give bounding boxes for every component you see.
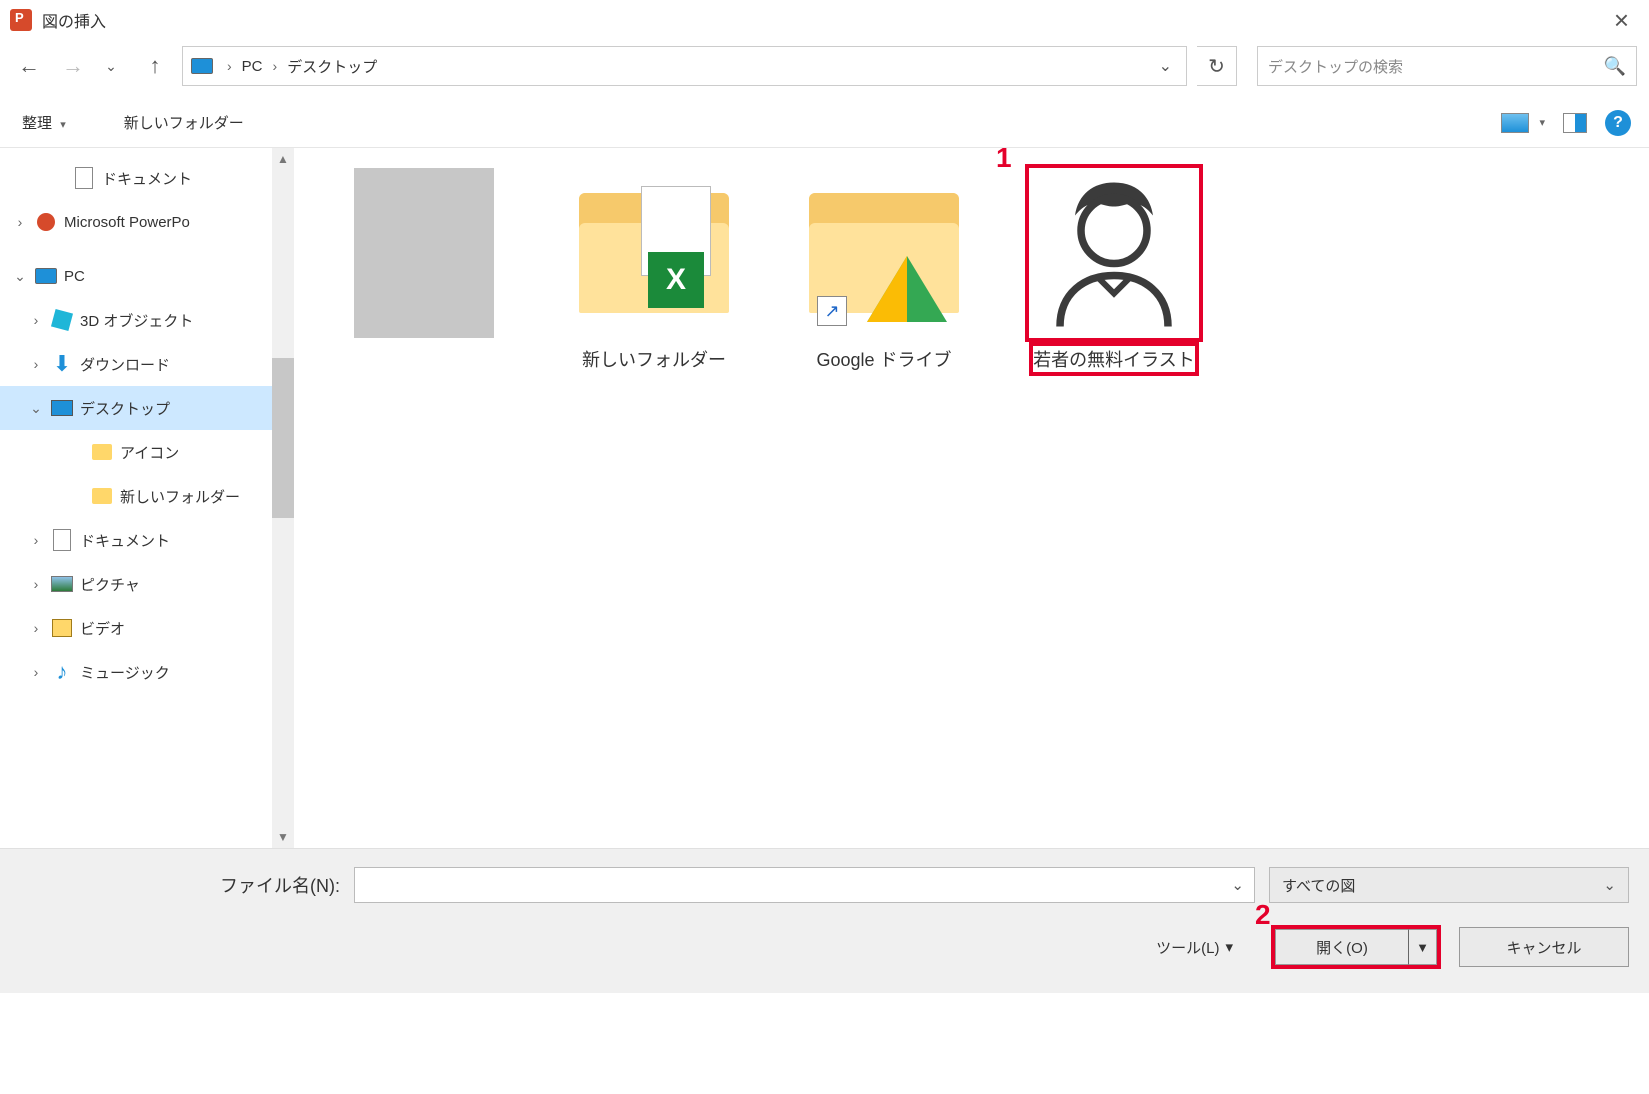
window-title: 図の挿入 [42, 8, 106, 32]
file-item-google-drive[interactable]: ↗ Google ドライブ [784, 168, 984, 372]
chevron-down-icon: ⌄ [1603, 876, 1616, 894]
view-icon [1501, 113, 1529, 133]
close-icon[interactable]: × [1604, 5, 1639, 36]
filename-label: ファイル名(N): [20, 872, 340, 898]
open-split-button[interactable]: ▼ [1409, 929, 1437, 965]
titlebar: 図の挿入 × [0, 0, 1649, 40]
file-label: 新しいフォルダー [582, 346, 726, 372]
pc-icon [191, 58, 213, 74]
help-icon[interactable]: ? [1605, 110, 1631, 136]
organize-menu[interactable]: 整理 ▾ [18, 108, 70, 137]
file-item-newfolder[interactable]: X 新しいフォルダー [554, 168, 754, 372]
dialog-footer: ファイル名(N): ⌄ すべての図 ⌄ ツール(L) ▾ 2 開く(O) ▼ [0, 848, 1649, 993]
annotation-marker-2: 2 [1255, 899, 1271, 931]
chevron-down-icon: ▾ [1225, 938, 1233, 956]
chevron-right-icon: › [221, 58, 238, 74]
filename-input[interactable]: ⌄ [354, 867, 1255, 903]
file-label: Google ドライブ [816, 346, 951, 372]
open-button[interactable]: 開く(O) [1275, 929, 1409, 965]
tree-item-desktop-icon-folder[interactable]: アイコン [0, 430, 294, 474]
tree-item-powerpoint[interactable]: › Microsoft PowerPo [0, 200, 294, 244]
file-grid[interactable]: X 新しいフォルダー ↗ Google ドライブ 1 [294, 148, 1649, 848]
tree-item-music[interactable]: › ♪ ミュージック [0, 650, 294, 694]
powerpoint-icon [10, 9, 32, 31]
new-folder-button[interactable]: 新しいフォルダー [116, 108, 252, 137]
unknown-thumb [354, 168, 494, 338]
filename-history-button[interactable]: ⌄ [1221, 876, 1254, 894]
search-input[interactable]: デスクトップの検索 🔍 [1257, 46, 1637, 86]
tree-item-desktop[interactable]: ⌄ デスクトップ [0, 386, 294, 430]
tree-item-3d-objects[interactable]: › 3D オブジェクト [0, 298, 294, 342]
preview-pane-toggle[interactable] [1563, 113, 1587, 133]
chevron-right-icon: › [267, 58, 284, 74]
tree-item-documents-quick[interactable]: ドキュメント [0, 156, 294, 200]
cancel-button[interactable]: キャンセル [1459, 927, 1629, 967]
tree-item-pictures[interactable]: › ピクチャ [0, 562, 294, 606]
scroll-down-icon[interactable]: ▼ [272, 826, 294, 848]
refresh-button[interactable]: ↻ [1197, 46, 1237, 86]
open-button-group: 開く(O) ▼ [1271, 925, 1441, 969]
nav-tree: ▲ ▼ ドキュメント › Microsoft PowerPo ⌄ PC [0, 148, 294, 848]
scroll-up-icon[interactable]: ▲ [272, 148, 294, 170]
back-button[interactable]: ← [12, 49, 46, 83]
forward-button[interactable]: → [56, 49, 90, 83]
tree-item-desktop-newfolder[interactable]: 新しいフォルダー [0, 474, 294, 518]
google-drive-icon [867, 256, 947, 322]
file-item-unknown[interactable] [324, 168, 524, 346]
download-icon: ⬇ [50, 354, 74, 374]
recent-locations-button[interactable]: ⌄ [94, 49, 128, 83]
shortcut-icon: ↗ [817, 296, 847, 326]
tree-item-videos[interactable]: › ビデオ [0, 606, 294, 650]
excel-icon: X [648, 252, 704, 308]
up-button[interactable]: ↑ [138, 49, 172, 83]
file-item-young-person-illust[interactable]: 1 若者の無料イラスト [1014, 168, 1214, 372]
file-label: 若者の無料イラスト [1033, 346, 1195, 372]
music-icon: ♪ [50, 662, 74, 682]
insert-picture-dialog: 図の挿入 × ← → ⌄ ↑ › PC › デスクトップ ⌄ ↻ デスクトップの… [0, 0, 1649, 993]
search-placeholder: デスクトップの検索 [1268, 56, 1403, 77]
breadcrumb-pc[interactable]: PC [242, 58, 263, 75]
view-menu[interactable]: ▾ [1501, 113, 1545, 133]
tree-item-pc[interactable]: ⌄ PC [0, 254, 294, 298]
search-icon: 🔍 [1604, 56, 1626, 77]
scroll-thumb[interactable] [272, 358, 294, 518]
avatar-icon [1039, 168, 1189, 338]
breadcrumb-current[interactable]: デスクトップ [287, 56, 377, 77]
chevron-down-icon: ▾ [60, 119, 66, 131]
chevron-down-icon: ▾ [1539, 116, 1545, 129]
address-history-button[interactable]: ⌄ [1153, 56, 1178, 76]
dialog-body: ▲ ▼ ドキュメント › Microsoft PowerPo ⌄ PC [0, 148, 1649, 848]
nav-row: ← → ⌄ ↑ › PC › デスクトップ ⌄ ↻ デスクトップの検索 🔍 [0, 40, 1649, 98]
toolbar: 整理 ▾ 新しいフォルダー ▾ ? [0, 98, 1649, 148]
tree-scrollbar[interactable]: ▲ ▼ [272, 148, 294, 848]
tree-item-documents[interactable]: › ドキュメント [0, 518, 294, 562]
tools-menu[interactable]: ツール(L) ▾ [1150, 933, 1239, 962]
address-bar[interactable]: › PC › デスクトップ ⌄ [182, 46, 1187, 86]
tree-item-downloads[interactable]: › ⬇ ダウンロード [0, 342, 294, 386]
filetype-select[interactable]: すべての図 ⌄ [1269, 867, 1629, 903]
